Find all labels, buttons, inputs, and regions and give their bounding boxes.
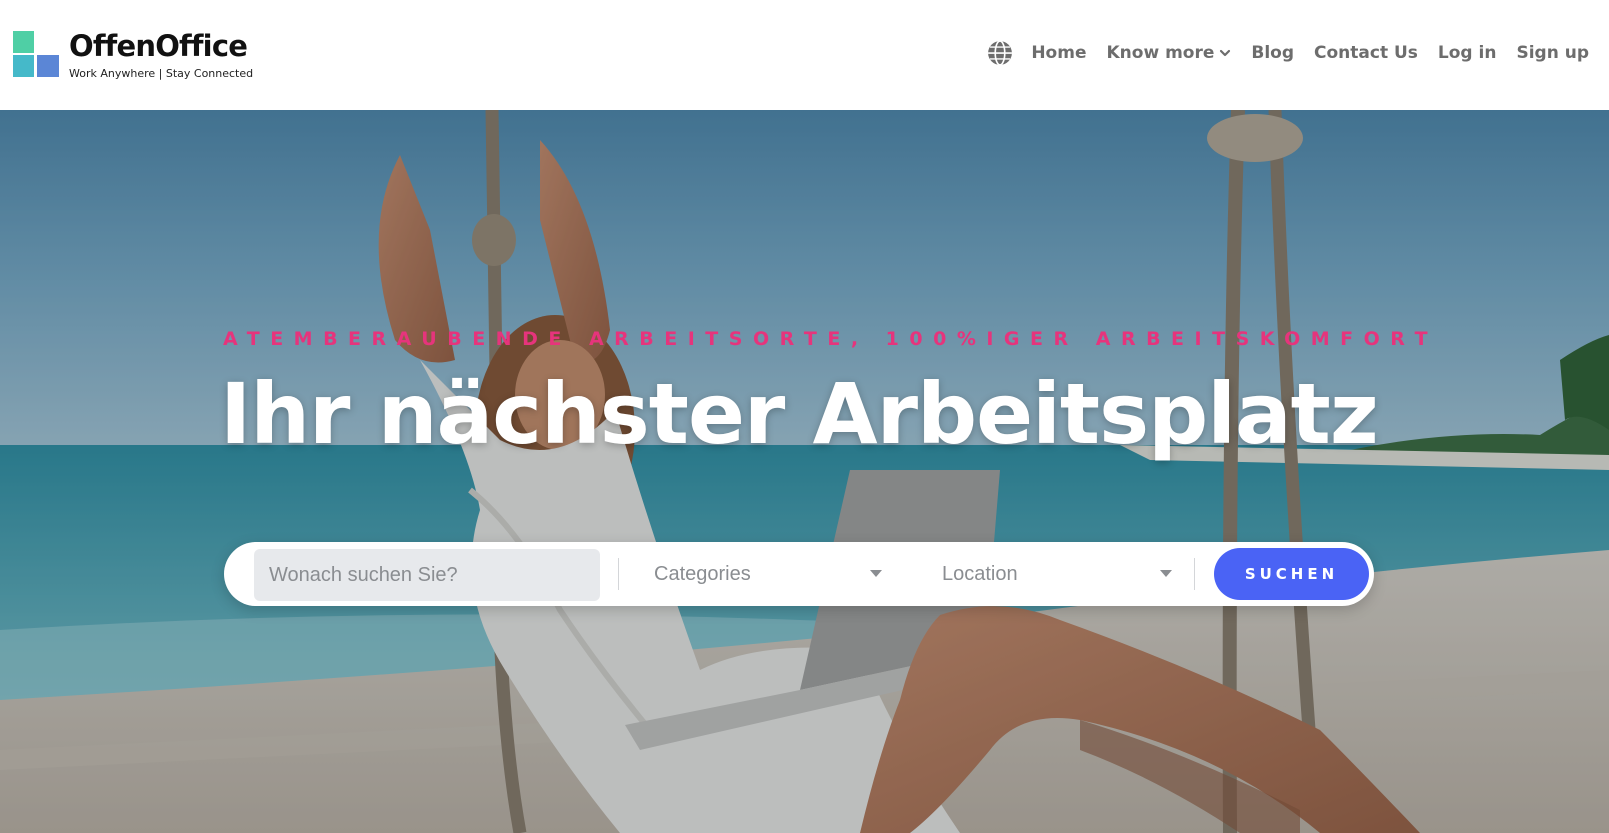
- chevron-down-icon: [1220, 49, 1231, 57]
- search-bar: Categories Location SUCHEN: [224, 542, 1374, 606]
- location-select[interactable]: Location: [942, 554, 1172, 594]
- nav-sign-up[interactable]: Sign up: [1516, 43, 1589, 63]
- brand-name: OffenOffice: [69, 29, 248, 63]
- categories-select[interactable]: Categories: [654, 554, 882, 594]
- site-header: OffenOffice Work Anywhere | Stay Connect…: [0, 0, 1609, 110]
- search-divider: [618, 558, 619, 590]
- location-label: Location: [942, 562, 1018, 585]
- search-divider: [1194, 558, 1195, 590]
- nav-contact-us[interactable]: Contact Us: [1314, 43, 1418, 63]
- nav-log-in[interactable]: Log in: [1438, 43, 1497, 63]
- caret-down-icon: [870, 570, 882, 577]
- caret-down-icon: [1160, 570, 1172, 577]
- globe-icon[interactable]: [987, 40, 1013, 66]
- hero-section: ATEMBERAUBENDE ARBEITSORTE, 100%IGER ARB…: [0, 110, 1609, 833]
- logo-mark-icon: [13, 31, 59, 79]
- hero-title: Ihr nächster Arbeitsplatz: [220, 365, 1379, 463]
- main-nav: Home Know more Blog Contact Us Log in Si…: [987, 38, 1589, 68]
- hero-eyebrow: ATEMBERAUBENDE ARBEITSORTE, 100%IGER ARB…: [223, 328, 1439, 350]
- search-input[interactable]: [254, 549, 600, 601]
- brand-tagline: Work Anywhere | Stay Connected: [69, 67, 254, 80]
- brand-logo[interactable]: OffenOffice Work Anywhere | Stay Connect…: [13, 29, 263, 81]
- nav-know-more[interactable]: Know more: [1106, 43, 1231, 63]
- nav-home[interactable]: Home: [1031, 43, 1086, 63]
- nav-blog[interactable]: Blog: [1251, 43, 1294, 63]
- hero-overlay: [0, 110, 1609, 833]
- search-button[interactable]: SUCHEN: [1214, 548, 1369, 600]
- categories-label: Categories: [654, 562, 751, 585]
